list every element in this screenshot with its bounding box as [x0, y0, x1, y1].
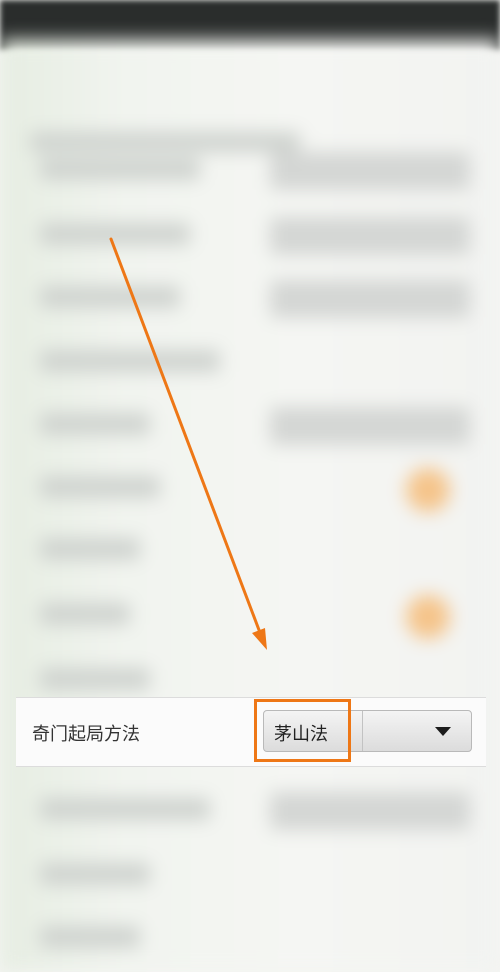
select-divider [362, 711, 363, 751]
chevron-down-icon[interactable] [435, 727, 451, 736]
selected-value: 茅山法 [274, 724, 328, 745]
setting-row-qimen-method: 奇门起局方法 茅山法 [16, 697, 486, 767]
blurred-background-settings [0, 40, 500, 972]
method-select[interactable]: 茅山法 [263, 710, 472, 752]
setting-label: 奇门起局方法 [32, 724, 140, 745]
